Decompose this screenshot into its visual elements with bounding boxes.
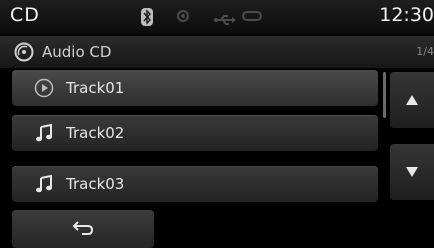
triangle-down-icon (406, 167, 418, 177)
track-row-3[interactable]: Track03 (12, 166, 378, 202)
status-bar: CD 12:30 (0, 0, 434, 34)
disc-status-icon (177, 10, 189, 22)
source-bar: Audio CD 1/4 (0, 36, 434, 68)
track-row-2[interactable]: Track02 (12, 115, 378, 151)
ipod-icon (242, 11, 262, 21)
back-button[interactable] (12, 210, 154, 248)
music-note-icon (34, 123, 54, 143)
scroll-up-button[interactable] (390, 72, 434, 128)
bluetooth-icon (140, 8, 154, 26)
clock[interactable]: 12:30 (379, 4, 434, 26)
mode-title: CD (10, 4, 40, 26)
track-label: Track01 (66, 79, 125, 97)
music-note-icon (34, 174, 54, 194)
back-arrow-icon (72, 221, 94, 235)
track-label: Track03 (66, 175, 125, 193)
scrollbar[interactable] (383, 72, 386, 118)
disc-icon (14, 42, 34, 62)
track-label: Track02 (66, 124, 125, 142)
scroll-down-button[interactable] (390, 144, 434, 200)
play-circle-icon (34, 78, 54, 98)
track-row-1[interactable]: Track01 (12, 70, 378, 106)
usb-icon (214, 11, 236, 25)
source-label: Audio CD (42, 43, 112, 61)
triangle-up-icon (406, 95, 418, 105)
page-indicator: 1/4 (416, 45, 434, 58)
